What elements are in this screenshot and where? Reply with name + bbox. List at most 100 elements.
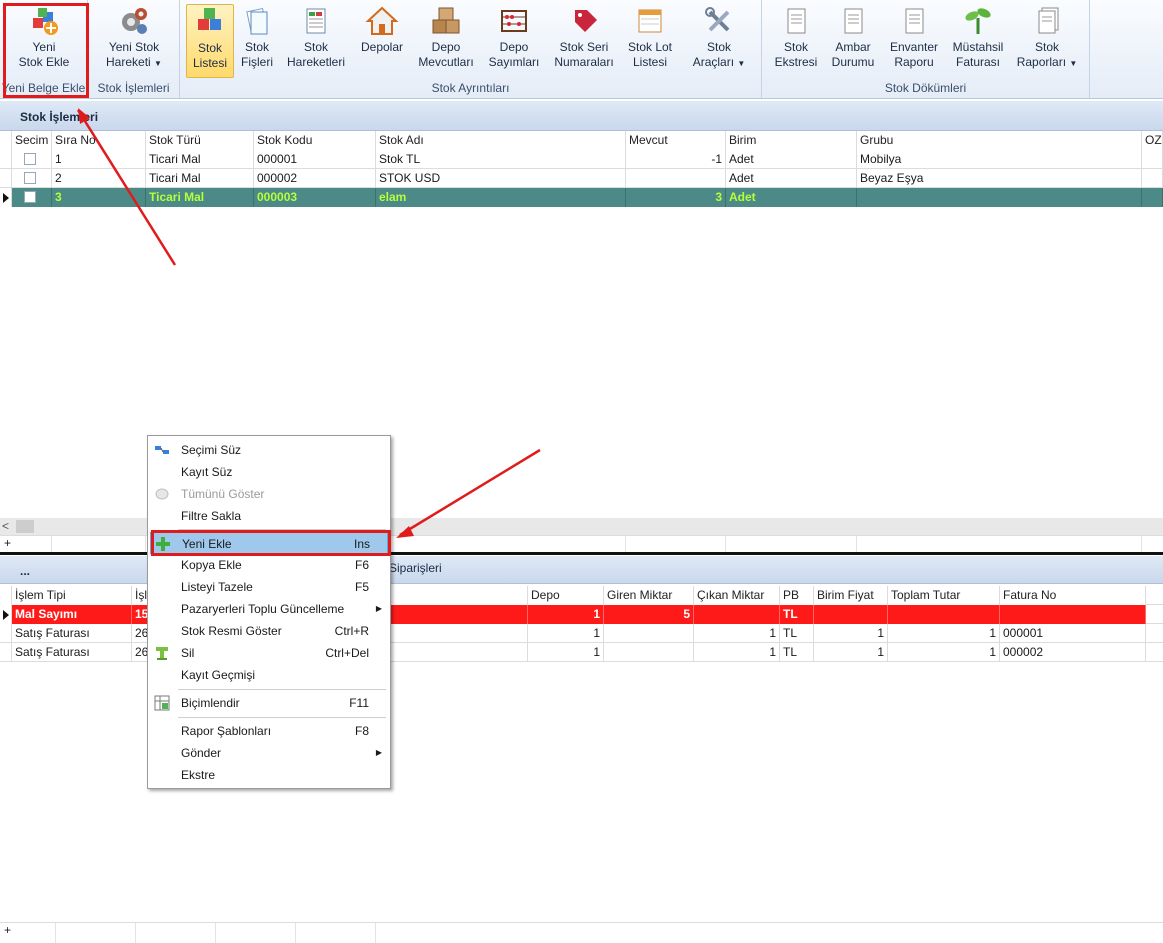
stok-raporlari-label2: Raporları (1016, 55, 1067, 69)
row-indicator (0, 643, 12, 662)
row-indicator (0, 605, 12, 624)
menu-item-kayit-suz[interactable]: Kayıt Süz (150, 461, 388, 483)
footer-cell (52, 536, 146, 553)
depo-sayimlari-line2: Sayımları (488, 55, 540, 69)
col-header-pb[interactable]: PB (780, 586, 814, 605)
col-header-toplam[interactable]: Toplam Tutar (888, 586, 1000, 605)
menu-item-gonder[interactable]: Gönder ▶ (150, 742, 388, 764)
stok-fisleri-button[interactable]: Stok Fişleri (236, 4, 278, 78)
current-row-arrow-icon (3, 610, 9, 620)
yeni-stok-hareketi-button[interactable]: Yeni Stok Hareketi ▼ (96, 4, 172, 78)
col-header-grubu[interactable]: Grubu (857, 131, 1142, 150)
cell-pb: TL (780, 643, 814, 662)
table-row[interactable]: 2 Ticari Mal 000002 STOK USD Adet Beyaz … (0, 169, 1163, 188)
cell-grup (857, 188, 1142, 207)
menu-shortcut: F5 (354, 580, 369, 594)
menu-shortcut: F8 (354, 724, 369, 738)
col-header-stok-kodu[interactable]: Stok Kodu (254, 131, 376, 150)
cell-oz (1142, 150, 1163, 169)
menu-item-yeni-ekle[interactable]: Yeni Ekle Ins (150, 532, 388, 554)
stok-lot-line1: Stok Lot (627, 40, 673, 54)
col-header-fatura[interactable]: Fatura No (1000, 586, 1146, 605)
row-checkbox[interactable] (24, 191, 36, 203)
row-checkbox[interactable] (24, 153, 36, 165)
chevron-down-icon: ▼ (154, 59, 162, 68)
menu-item-sil[interactable]: Sil Ctrl+Del (150, 642, 388, 664)
stok-ekstresi-button[interactable]: Stok Ekstresi (768, 4, 824, 78)
depo-sayimlari-button[interactable]: Depo Sayımları (482, 4, 546, 78)
panel-title-dots[interactable]: ... (20, 564, 30, 578)
ambar-durumu-line1: Ambar (835, 40, 871, 54)
footer-cell (0, 923, 56, 943)
scroll-thumb[interactable] (16, 520, 34, 533)
panel-tab-siparisleri[interactable]: Siparişleri (389, 561, 442, 575)
stok-araclari-line2: Araçları ▼ (693, 55, 746, 71)
yeni-stok-ekle-line1: Yeni (32, 40, 56, 54)
ambar-durumu-button[interactable]: Ambar Durumu (826, 4, 880, 78)
col-header-giren[interactable]: Giren Miktar (604, 586, 694, 605)
menu-item-ekstre[interactable]: Ekstre (150, 764, 388, 786)
col-header-mevcut[interactable]: Mevcut (626, 131, 726, 150)
stok-raporlari-button[interactable]: Stok Raporları ▼ (1010, 4, 1084, 78)
current-row-arrow-icon (3, 193, 9, 203)
menu-item-secimi-suz[interactable]: Seçimi Süz (150, 439, 388, 461)
cell-sira: 3 (52, 188, 146, 207)
depo-mevcutlari-button[interactable]: Depo Mevcutları (412, 4, 480, 78)
menu-item-filtre-sakla[interactable]: Filtre Sakla (150, 505, 388, 527)
cell-fiyat (814, 605, 888, 624)
menu-item-tumunu-goster[interactable]: Tümünü Göster (150, 483, 388, 505)
footer-cell (56, 923, 136, 943)
col-header-secim[interactable]: Secim (12, 131, 52, 150)
header-indicator (0, 131, 12, 150)
menu-item-stok-resmi-goster[interactable]: Stok Resmi Göster Ctrl+R (150, 620, 388, 642)
menu-label: Gönder (181, 746, 222, 760)
menu-item-kayit-gecmisi[interactable]: Kayıt Geçmişi (150, 664, 388, 686)
table-row-selected[interactable]: 3 Ticari Mal 000003 elam 3 Adet (0, 188, 1163, 207)
menu-item-kopya-ekle[interactable]: Kopya Ekle F6 (150, 554, 388, 576)
row-checkbox[interactable] (24, 172, 36, 184)
col-header-birim-fiyat[interactable]: Birim Fiyat (814, 586, 888, 605)
stok-listesi-button[interactable]: Stok Listesi (186, 4, 234, 78)
add-stock-icon (33, 8, 58, 35)
cell-oz (1142, 188, 1163, 207)
ambar-durumu-line2: Durumu (831, 55, 875, 69)
cell-tur: Ticari Mal (146, 169, 254, 188)
table-row[interactable]: 1 Ticari Mal 000001 Stok TL -1 Adet Mobi… (0, 150, 1163, 169)
col-header-birim[interactable]: Birim (726, 131, 857, 150)
menu-item-listeyi-tazele[interactable]: Listeyi Tazele F5 (150, 576, 388, 598)
submenu-arrow-icon: ▶ (375, 604, 382, 613)
depolar-button[interactable]: Depolar (354, 4, 410, 78)
envanter-raporu-line2: Raporu (894, 55, 934, 69)
cell-grup: Beyaz Eşya (857, 169, 1142, 188)
stok-hareketleri-button[interactable]: Stok Hareketleri (280, 4, 352, 78)
col-header-stok-turu[interactable]: Stok Türü (146, 131, 254, 150)
yeni-stok-ekle-line2: Stok Ekle (18, 55, 70, 69)
boxes-icon (432, 7, 460, 34)
col-header-islem-tipi[interactable]: İşlem Tipi (12, 586, 132, 605)
menu-item-pazaryerleri[interactable]: Pazaryerleri Toplu Güncelleme ▶ (150, 598, 388, 620)
row-indicator (0, 188, 12, 207)
scroll-left-arrow-icon[interactable]: < (2, 519, 9, 533)
menu-label: Filtre Sakla (181, 509, 242, 523)
stok-fisleri-line1: Stok (244, 40, 269, 54)
mustahsil-faturasi-button[interactable]: Müstahsil Faturası (948, 4, 1008, 78)
col-header-oz[interactable]: OZ (1142, 131, 1163, 150)
col-header-stok-adi[interactable]: Stok Adı (376, 131, 626, 150)
cell-ad: STOK USD (376, 169, 626, 188)
stok-hareketleri-line2: Hareketleri (286, 55, 346, 69)
yeni-stok-ekle-button[interactable]: Yeni Stok Ekle (8, 4, 80, 78)
stok-araclari-button[interactable]: Stok Araçları ▼ (680, 4, 758, 78)
menu-item-rapor-sablonlari[interactable]: Rapor Şablonları F8 (150, 720, 388, 742)
menu-shortcut: Ctrl+R (334, 624, 369, 638)
col-header-depo[interactable]: Depo (528, 586, 604, 605)
submenu-arrow-icon: ▶ (375, 748, 382, 757)
stok-lot-listesi-button[interactable]: Stok Lot Listesi (622, 4, 678, 78)
stok-seri-numaralari-button[interactable]: Stok Seri Numaraları (548, 4, 620, 78)
menu-item-bicimlendir[interactable]: Biçimlendir F11 (150, 692, 388, 714)
row-indicator (0, 624, 12, 643)
envanter-raporu-button[interactable]: Envanter Raporu (882, 4, 946, 78)
col-header-cikan[interactable]: Çıkan Miktar (694, 586, 780, 605)
stok-listesi-line2: Listesi (192, 56, 227, 70)
cell-pb: TL (780, 624, 814, 643)
col-header-sira-no[interactable]: Sıra No (52, 131, 146, 150)
